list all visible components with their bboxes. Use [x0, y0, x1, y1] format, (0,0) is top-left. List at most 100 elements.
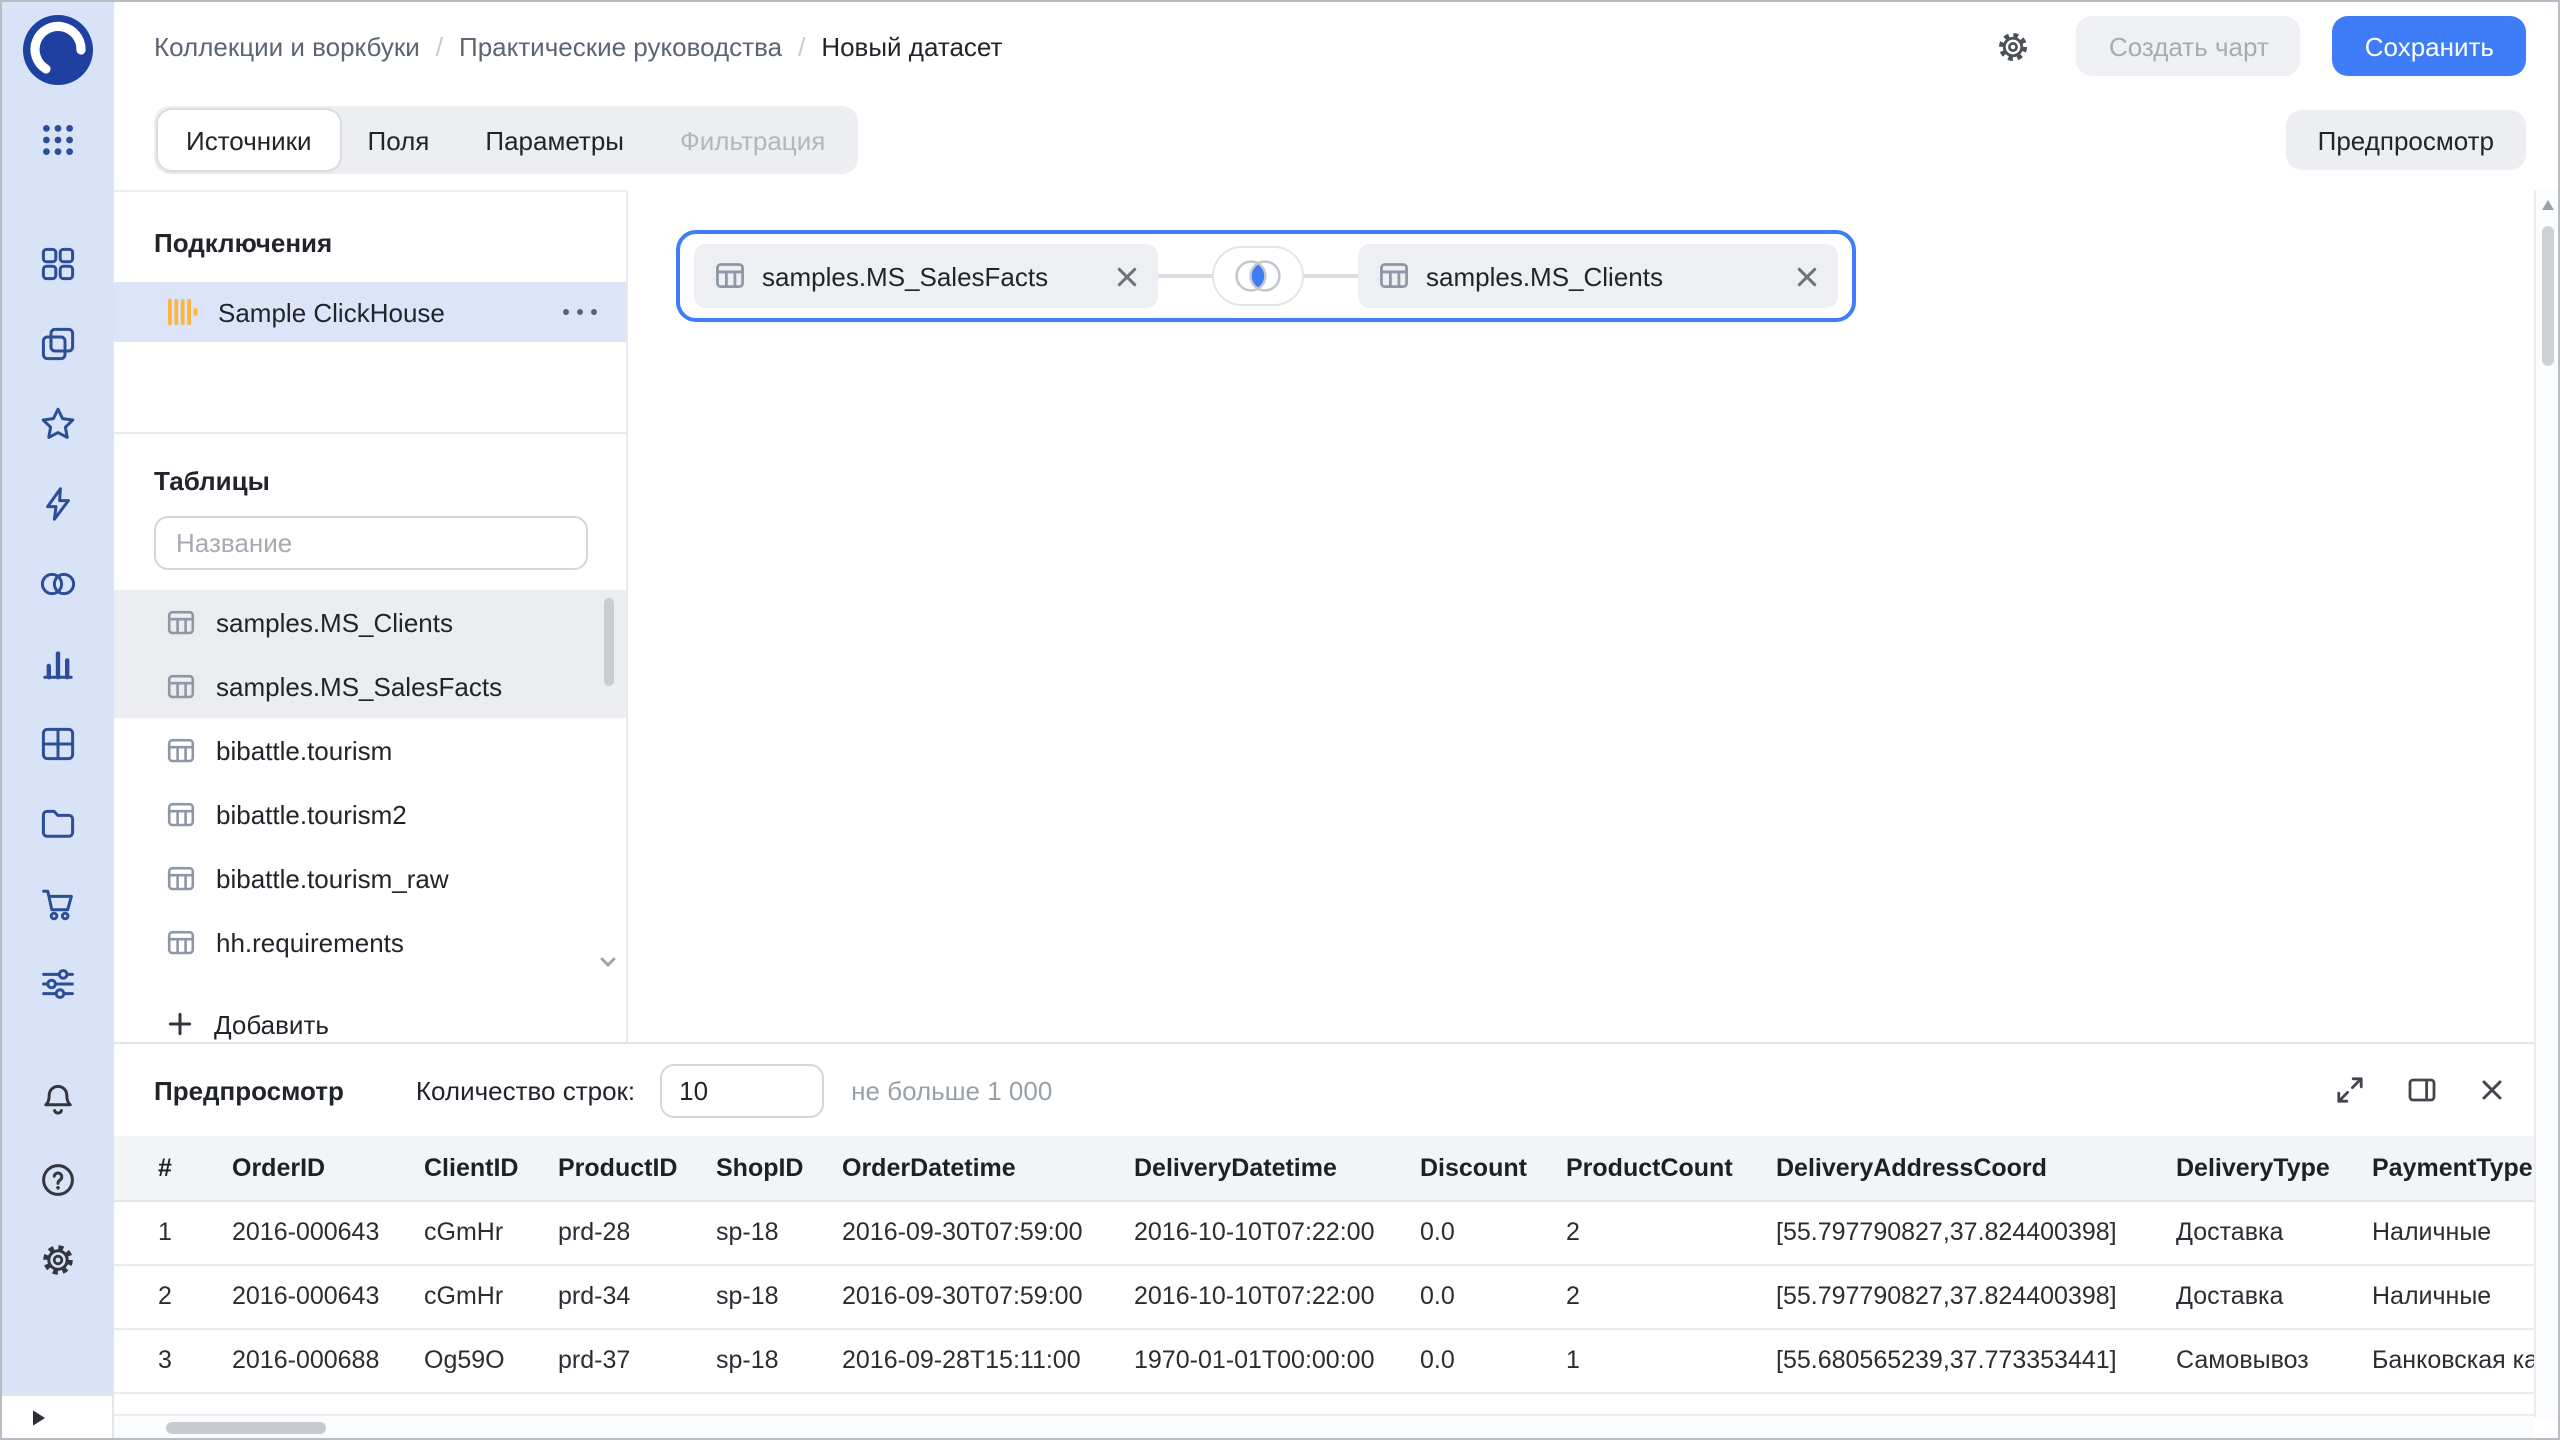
create-chart-button[interactable]: Создать чарт	[2077, 16, 2301, 76]
cell: Самовывоз	[2176, 1328, 2372, 1392]
tables-list-scrollbar[interactable]	[604, 598, 614, 686]
cell: 2016-000643	[232, 1200, 424, 1264]
save-button[interactable]: Сохранить	[2333, 16, 2526, 76]
cell: 1970-01-01T00:00:00	[1134, 1328, 1420, 1392]
table-item-label: bibattle.tourism_raw	[216, 863, 449, 893]
bar-chart-icon[interactable]	[38, 644, 78, 684]
column-header: OrderID	[232, 1136, 424, 1200]
join-connector-line	[1158, 274, 1220, 278]
row-count-input[interactable]	[659, 1063, 823, 1117]
table-grid-icon[interactable]	[38, 724, 78, 764]
apps-grid-icon[interactable]	[38, 120, 78, 160]
table-search-input[interactable]	[154, 516, 588, 570]
column-header: DeliveryDatetime	[1134, 1136, 1420, 1200]
gear-icon[interactable]	[38, 1240, 78, 1280]
cell: 2	[1566, 1200, 1776, 1264]
tab-parameters[interactable]: Параметры	[457, 110, 652, 170]
table-row: 3 2016-000688 Og59O prd-37 sp-18 2016-09…	[114, 1328, 2534, 1392]
table-item-tourism[interactable]: bibattle.tourism	[114, 718, 626, 782]
datalens-logo[interactable]	[22, 14, 94, 86]
connections-title: Подключения	[114, 228, 626, 258]
row-count-hint: не больше 1 000	[851, 1075, 1052, 1105]
column-header: PaymentType	[2372, 1136, 2534, 1200]
table-item-tourism2[interactable]: bibattle.tourism2	[114, 782, 626, 846]
breadcrumb-guides[interactable]: Практические руководства	[459, 31, 782, 61]
inner-join-icon	[1224, 254, 1292, 298]
column-header: ProductID	[558, 1136, 716, 1200]
panel-position-icon[interactable]	[2406, 1074, 2438, 1106]
app-sidebar	[2, 2, 114, 1438]
cell: Og59O	[424, 1328, 558, 1392]
connection-item-sample-clickhouse[interactable]: Sample ClickHouse	[114, 282, 626, 342]
table-icon	[166, 863, 196, 893]
folder-icon[interactable]	[38, 804, 78, 844]
sidebar-collapse-button[interactable]	[2, 1394, 114, 1438]
preview-table: # OrderID ClientID ProductID ShopID Orde…	[114, 1136, 2534, 1393]
cell: 2016-09-30T07:59:00	[842, 1200, 1134, 1264]
join-type-button[interactable]	[1212, 246, 1304, 306]
table-item-ms-salesfacts[interactable]: samples.MS_SalesFacts	[114, 654, 626, 718]
table-icon	[714, 260, 746, 292]
close-icon[interactable]	[2478, 1076, 2506, 1104]
sliders-icon[interactable]	[38, 964, 78, 1004]
page-header: Коллекции и воркбуки / Практические руко…	[114, 2, 2558, 90]
remove-source-icon[interactable]	[1116, 265, 1138, 287]
column-header: ClientID	[424, 1136, 558, 1200]
join-group: samples.MS_SalesFacts	[676, 230, 1856, 322]
horizontal-scrollbar[interactable]	[114, 1414, 2534, 1438]
cart-icon[interactable]	[38, 884, 78, 924]
cell: [55.797790827,37.824400398]	[1776, 1200, 2176, 1264]
cell: 2	[114, 1264, 232, 1328]
table-icon	[1378, 260, 1410, 292]
help-icon[interactable]	[38, 1160, 78, 1200]
cell: 1	[1566, 1328, 1776, 1392]
row-count-label: Количество строк:	[416, 1075, 635, 1105]
table-icon	[166, 735, 196, 765]
datalens-dataset-editor: Коллекции и воркбуки / Практические руко…	[0, 0, 2560, 1440]
cell: prd-37	[558, 1328, 716, 1392]
source-chip-clients[interactable]: samples.MS_Clients	[1358, 244, 1838, 308]
expand-icon[interactable]	[2334, 1074, 2366, 1106]
horizontal-scrollbar-thumb[interactable]	[166, 1422, 326, 1434]
cell: Банковская карта	[2372, 1328, 2534, 1392]
chevron-down-icon[interactable]	[596, 950, 620, 974]
column-header: ShopID	[716, 1136, 842, 1200]
sources-content: Подключения Sample ClickHouse Таблицы	[114, 190, 2558, 1042]
layers-icon[interactable]	[38, 324, 78, 364]
vertical-scrollbar-thumb[interactable]	[2542, 226, 2554, 366]
tab-sources[interactable]: Источники	[158, 110, 340, 170]
table-item-ms-clients[interactable]: samples.MS_Clients	[114, 590, 626, 654]
table-icon	[166, 671, 196, 701]
table-item-tourism-raw[interactable]: bibattle.tourism_raw	[114, 846, 626, 910]
lightning-icon[interactable]	[38, 484, 78, 524]
venn-icon[interactable]	[38, 564, 78, 604]
source-chip-label: samples.MS_SalesFacts	[762, 261, 1048, 291]
source-chip-salesfacts[interactable]: samples.MS_SalesFacts	[694, 244, 1158, 308]
cell: 0.0	[1420, 1328, 1566, 1392]
cell: prd-34	[558, 1264, 716, 1328]
dataset-tabs: Источники Поля Параметры Фильтрация	[154, 106, 857, 174]
cell: 2016-000688	[232, 1328, 424, 1392]
dataset-settings-gear-icon[interactable]	[1995, 27, 2033, 65]
cell: Наличные	[2372, 1264, 2534, 1328]
table-row: 1 2016-000643 cGmHr prd-28 sp-18 2016-09…	[114, 1200, 2534, 1264]
sidebar-bottom	[2, 1080, 114, 1280]
breadcrumb-collections[interactable]: Коллекции и воркбуки	[154, 31, 420, 61]
bell-icon[interactable]	[38, 1080, 78, 1120]
cell: 2016-09-28T15:11:00	[842, 1328, 1134, 1392]
scroll-up-arrow[interactable]	[2542, 200, 2554, 210]
table-item-hh-requirements[interactable]: hh.requirements	[114, 910, 626, 974]
clickhouse-icon	[166, 296, 198, 328]
star-icon[interactable]	[38, 404, 78, 444]
workbooks-icon[interactable]	[38, 244, 78, 284]
cell: Доставка	[2176, 1200, 2372, 1264]
preview-header-row: # OrderID ClientID ProductID ShopID Orde…	[114, 1136, 2534, 1200]
cell: cGmHr	[424, 1264, 558, 1328]
vertical-scrollbar[interactable]	[2534, 190, 2558, 1418]
panel-divider	[114, 432, 626, 434]
remove-source-icon[interactable]	[1796, 265, 1818, 287]
preview-toggle-button[interactable]: Предпросмотр	[2286, 110, 2526, 170]
tab-fields[interactable]: Поля	[340, 110, 458, 170]
connection-name: Sample ClickHouse	[218, 297, 445, 327]
connection-more-icon[interactable]	[562, 308, 598, 316]
